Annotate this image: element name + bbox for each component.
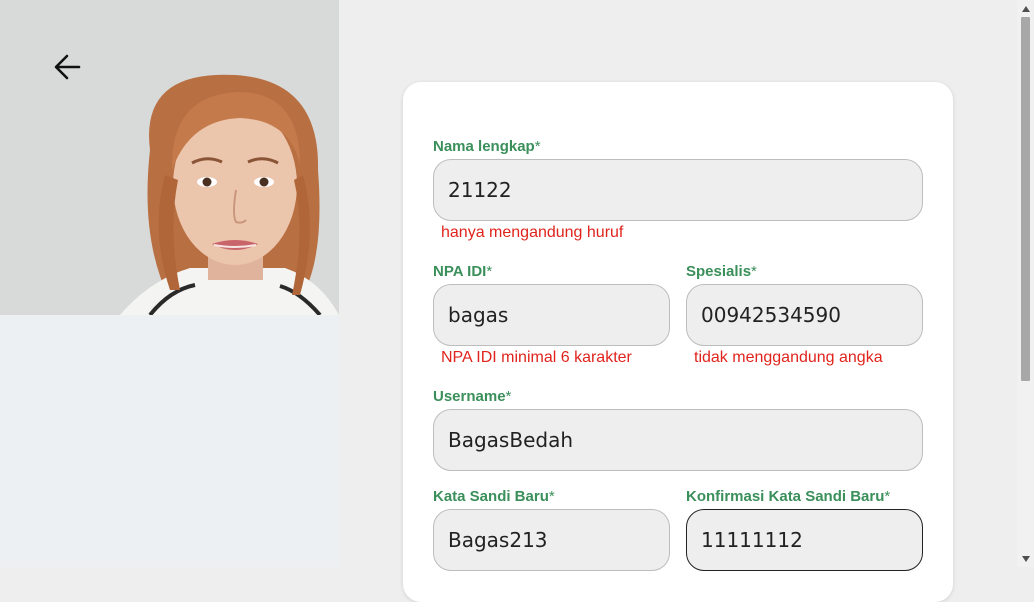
spesialis-input[interactable] — [686, 284, 923, 346]
npa-idi-label: NPA IDI* — [433, 263, 493, 280]
username-label: Username* — [433, 388, 512, 405]
vertical-scrollbar[interactable] — [1017, 0, 1034, 567]
triangle-up-icon — [1021, 5, 1030, 12]
nama-lengkap-label: Nama lengkap* — [433, 138, 541, 155]
nama-lengkap-input[interactable] — [433, 159, 923, 221]
scrollbar-thumb[interactable] — [1021, 17, 1030, 381]
username-input[interactable] — [433, 409, 923, 471]
back-button[interactable] — [50, 50, 84, 84]
spesialis-error: tidak menggandung angka — [694, 349, 883, 366]
kata-sandi-baru-input[interactable] — [433, 509, 670, 571]
konfirmasi-kata-sandi-input[interactable] — [686, 509, 923, 571]
nama-lengkap-error: hanya mengandung huruf — [441, 224, 624, 241]
scroll-down-button[interactable] — [1017, 550, 1034, 567]
konfirmasi-kata-sandi-label: Konfirmasi Kata Sandi Baru* — [686, 488, 891, 505]
scroll-up-button[interactable] — [1017, 0, 1034, 17]
triangle-down-icon — [1021, 555, 1030, 562]
npa-idi-error: NPA IDI minimal 6 karakter — [441, 349, 632, 366]
left-panel — [0, 0, 339, 567]
spesialis-label: Spesialis* — [686, 263, 757, 280]
npa-idi-input[interactable] — [433, 284, 670, 346]
doctor-photo — [0, 0, 339, 315]
arrow-left-icon — [54, 54, 81, 80]
kata-sandi-baru-label: Kata Sandi Baru* — [433, 488, 555, 505]
registration-form-card: Nama lengkap* hanya mengandung huruf NPA… — [403, 82, 953, 602]
